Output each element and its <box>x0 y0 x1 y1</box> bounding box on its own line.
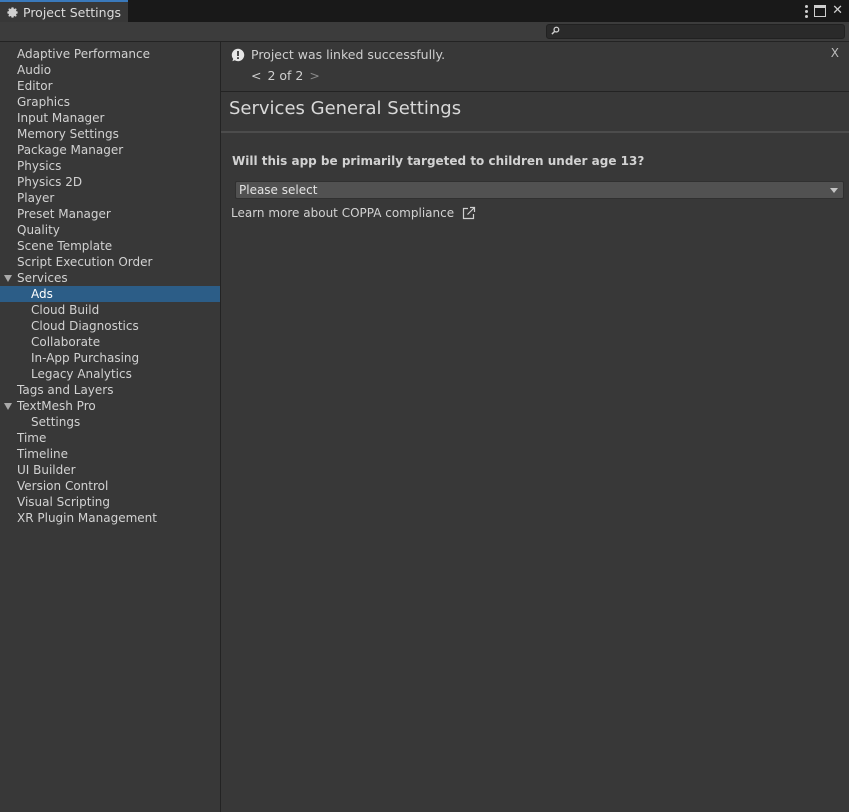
notification-message: Project was linked successfully. <box>251 47 446 62</box>
sidebar-item-label: Preset Manager <box>17 207 111 221</box>
tab-project-settings[interactable]: Project Settings <box>0 0 128 22</box>
tab-title: Project Settings <box>23 4 122 20</box>
sidebar-item-package-manager[interactable]: Package Manager <box>0 142 220 158</box>
notification-banner: Project was linked successfully. X < 2 o… <box>221 42 849 92</box>
pager-prev-button[interactable]: < <box>251 68 261 83</box>
sidebar-item-quality[interactable]: Quality <box>0 222 220 238</box>
sidebar-item-label: Tags and Layers <box>17 383 114 397</box>
sidebar-item-scene-template[interactable]: Scene Template <box>0 238 220 254</box>
pager-text: 2 of 2 <box>267 68 304 83</box>
sidebar-item-cloud-diagnostics[interactable]: Cloud Diagnostics <box>0 318 220 334</box>
sidebar-item-services[interactable]: Services <box>0 270 220 286</box>
sidebar-item-label: Graphics <box>17 95 70 109</box>
sidebar-item-in-app-purchasing[interactable]: In-App Purchasing <box>0 350 220 366</box>
sidebar-item-label: Version Control <box>17 479 109 493</box>
sidebar-item-settings[interactable]: Settings <box>0 414 220 430</box>
settings-sidebar: Adaptive Performance Audio Editor Graphics I… <box>0 42 221 812</box>
external-link-icon[interactable] <box>462 206 476 220</box>
sidebar-item-audio[interactable]: Audio <box>0 62 220 78</box>
settings-content: Project was linked successfully. X < 2 o… <box>221 42 849 812</box>
notification-close-button[interactable]: X <box>831 46 839 60</box>
sidebar-item-graphics[interactable]: Graphics <box>0 94 220 110</box>
sidebar-item-physics-2d[interactable]: Physics 2D <box>0 174 220 190</box>
settings-tree: Adaptive Performance Audio Editor Graphics I… <box>0 46 220 526</box>
sidebar-item-label: Collaborate <box>31 335 101 349</box>
toolbar <box>0 22 849 42</box>
expand-arrow-icon[interactable] <box>4 275 12 282</box>
sidebar-item-adaptive-performance[interactable]: Adaptive Performance <box>0 46 220 62</box>
chevron-down-icon <box>830 188 838 193</box>
sidebar-item-label: In-App Purchasing <box>31 351 140 365</box>
coppa-learn-more-link[interactable]: Learn more about COPPA compliance <box>231 206 476 220</box>
sidebar-item-preset-manager[interactable]: Preset Manager <box>0 206 220 222</box>
sidebar-item-label: TextMesh Pro <box>17 399 96 413</box>
sidebar-item-physics[interactable]: Physics <box>0 158 220 174</box>
sidebar-item-label: UI Builder <box>17 463 76 477</box>
sidebar-item-label: Legacy Analytics <box>31 367 132 381</box>
notification-pager: < 2 of 2 > <box>251 68 320 83</box>
close-icon[interactable]: ✕ <box>832 2 843 20</box>
sidebar-item-label: Input Manager <box>17 111 105 125</box>
sidebar-item-label: Timeline <box>17 447 69 461</box>
search-icon <box>551 26 560 35</box>
search-input[interactable] <box>563 25 838 38</box>
gear-icon <box>7 6 18 18</box>
sidebar-item-label: Visual Scripting <box>17 495 110 509</box>
sidebar-item-editor[interactable]: Editor <box>0 78 220 94</box>
sidebar-item-ui-builder[interactable]: UI Builder <box>0 462 220 478</box>
info-icon <box>231 48 245 62</box>
dropdown-value: Please select <box>239 183 318 197</box>
sidebar-item-textmesh-pro[interactable]: TextMesh Pro <box>0 398 220 414</box>
sidebar-item-label: XR Plugin Management <box>17 511 157 525</box>
sidebar-item-ads[interactable]: Ads <box>0 286 220 302</box>
sidebar-item-memory-settings[interactable]: Memory Settings <box>0 126 220 142</box>
sidebar-item-player[interactable]: Player <box>0 190 220 206</box>
sidebar-item-label: Memory Settings <box>17 127 119 141</box>
sidebar-item-label: Adaptive Performance <box>17 47 150 61</box>
sidebar-item-xr-plugin-management[interactable]: XR Plugin Management <box>0 510 220 526</box>
page-title: Services General Settings <box>229 98 462 119</box>
learn-more-label: Learn more about COPPA compliance <box>231 206 455 220</box>
sidebar-item-label: Services <box>17 271 68 285</box>
sidebar-item-label: Physics <box>17 159 62 173</box>
sidebar-item-script-execution-order[interactable]: Script Execution Order <box>0 254 220 270</box>
sidebar-item-label: Physics 2D <box>17 175 83 189</box>
more-options-icon[interactable] <box>805 4 809 18</box>
sidebar-item-label: Player <box>17 191 55 205</box>
window-controls: ✕ <box>805 2 843 20</box>
search-box[interactable] <box>546 24 845 39</box>
sidebar-item-timeline[interactable]: Timeline <box>0 446 220 462</box>
maximize-icon[interactable] <box>814 5 827 17</box>
sidebar-item-label: Cloud Diagnostics <box>31 319 139 333</box>
sidebar-item-legacy-analytics[interactable]: Legacy Analytics <box>0 366 220 382</box>
sidebar-item-time[interactable]: Time <box>0 430 220 446</box>
pager-next-button[interactable]: > <box>309 68 319 83</box>
sidebar-item-label: Settings <box>31 415 81 429</box>
title-divider <box>221 131 849 133</box>
coppa-question-label: Will this app be primarily targeted to c… <box>232 154 645 168</box>
sidebar-item-tags-and-layers[interactable]: Tags and Layers <box>0 382 220 398</box>
sidebar-item-label: Audio <box>17 63 52 77</box>
sidebar-item-label: Script Execution Order <box>17 255 153 269</box>
expand-arrow-icon[interactable] <box>4 403 12 410</box>
coppa-dropdown[interactable]: Please select <box>235 181 844 199</box>
window-title-bar: Project Settings ✕ <box>0 0 849 22</box>
sidebar-item-label: Package Manager <box>17 143 124 157</box>
sidebar-item-label: Scene Template <box>17 239 113 253</box>
sidebar-item-label: Time <box>17 431 47 445</box>
sidebar-item-collaborate[interactable]: Collaborate <box>0 334 220 350</box>
sidebar-item-label: Ads <box>31 287 53 301</box>
sidebar-item-label: Quality <box>17 223 60 237</box>
sidebar-item-cloud-build[interactable]: Cloud Build <box>0 302 220 318</box>
sidebar-item-label: Cloud Build <box>31 303 100 317</box>
sidebar-item-visual-scripting[interactable]: Visual Scripting <box>0 494 220 510</box>
sidebar-item-label: Editor <box>17 79 53 93</box>
sidebar-item-version-control[interactable]: Version Control <box>0 478 220 494</box>
sidebar-item-input-manager[interactable]: Input Manager <box>0 110 220 126</box>
